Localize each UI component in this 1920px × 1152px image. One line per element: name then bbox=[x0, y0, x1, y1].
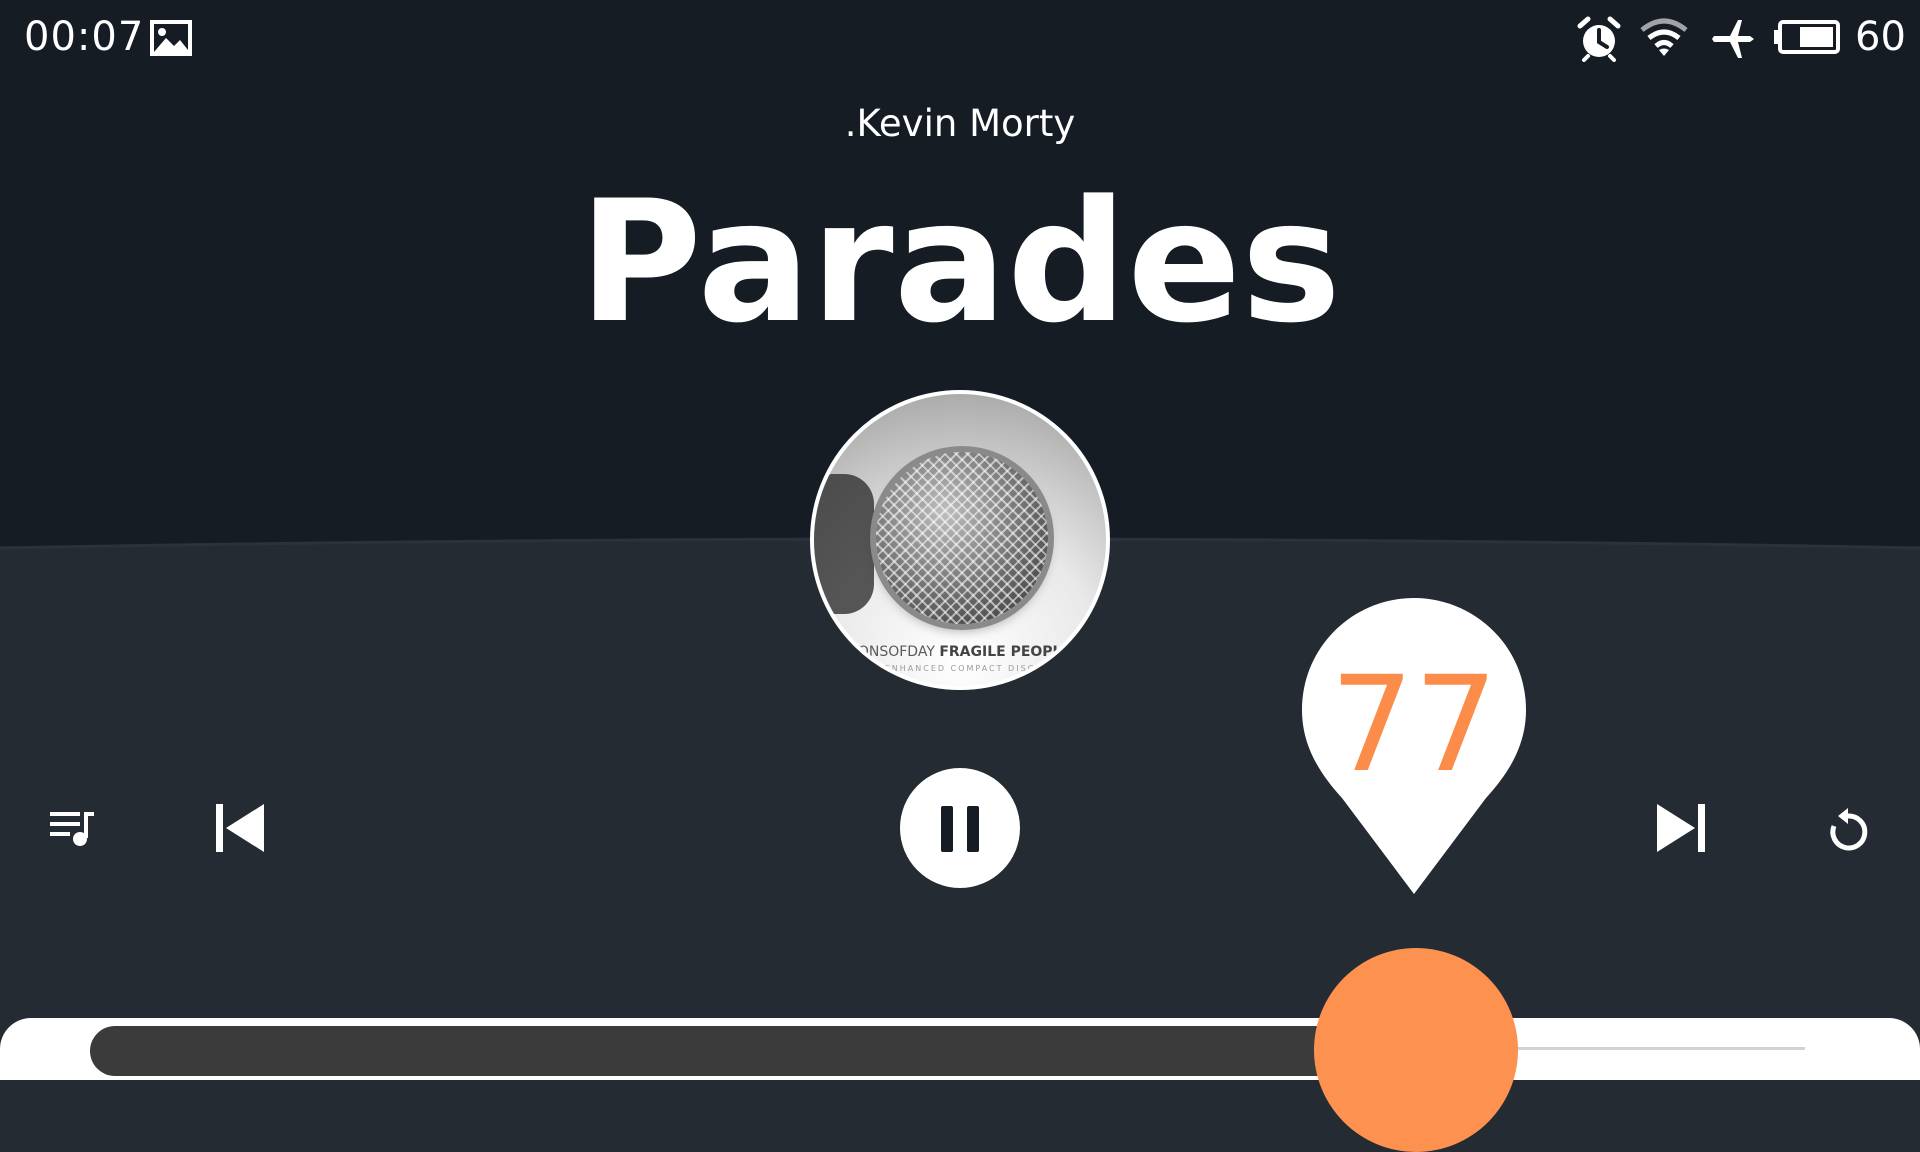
pause-button[interactable] bbox=[900, 768, 1020, 888]
wifi-icon bbox=[1640, 18, 1688, 56]
playlist-icon[interactable] bbox=[50, 808, 96, 848]
progress-indicator: 77 bbox=[1302, 598, 1526, 898]
gallery-icon bbox=[150, 20, 192, 56]
pause-icon bbox=[941, 806, 979, 852]
track-title: Parades bbox=[578, 164, 1342, 360]
album-caption-artist: SONSOFDAY bbox=[848, 644, 935, 660]
album-caption-album: FRAGILE PEOPLE bbox=[939, 644, 1072, 660]
seek-thumb[interactable] bbox=[1314, 948, 1518, 1152]
microphone-image bbox=[876, 452, 1048, 624]
status-bar: 00:07 60 bbox=[0, 0, 1920, 80]
album-caption: SONSOFDAY FRAGILE PEOPLE bbox=[814, 644, 1106, 660]
next-icon[interactable] bbox=[1657, 804, 1705, 852]
progress-value: 77 bbox=[1330, 648, 1498, 802]
battery-level: 60 bbox=[1855, 14, 1906, 60]
album-caption-sub: ENHANCED COMPACT DISC bbox=[884, 664, 1036, 673]
previous-icon[interactable] bbox=[216, 804, 264, 852]
repeat-icon[interactable] bbox=[1826, 806, 1870, 852]
battery-icon bbox=[1774, 20, 1840, 54]
album-art-shadow bbox=[814, 474, 874, 614]
album-art[interactable]: SONSOFDAY FRAGILE PEOPLE ENHANCED COMPAC… bbox=[810, 390, 1110, 690]
artist-name: .Kevin Morty bbox=[844, 102, 1076, 145]
alarm-icon bbox=[1577, 16, 1621, 62]
seek-track-played bbox=[90, 1026, 1420, 1076]
airplane-icon bbox=[1712, 20, 1754, 58]
status-time: 00:07 bbox=[24, 14, 145, 60]
